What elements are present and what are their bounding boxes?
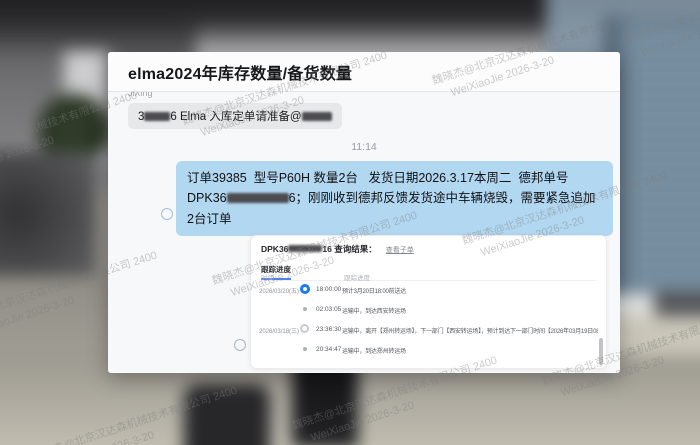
redaction-smudge (302, 112, 332, 121)
row-date: 2026/03/18(三) (259, 326, 299, 335)
row-time: 23:36:30 (316, 326, 341, 333)
redaction-smudge (288, 245, 322, 252)
redaction-smudge (144, 112, 170, 121)
chat-screenshot-panel: elma2024年库存数量/备货数量 JiXing 36 Elma 入库定单请准… (108, 52, 620, 373)
row-time: 18:00:00 (316, 286, 341, 293)
column-header-progress: 跟踪进度 (344, 272, 370, 282)
row-time: 02:03:05 (316, 306, 341, 313)
tracking-row: 2026/03/18(三) 23:36:30 运输中，离开【郑州转运场】，下一部… (251, 322, 606, 338)
timestamp: 11:14 (108, 141, 620, 153)
row-status-text: 预计3月20日18:00前送达 (342, 286, 598, 295)
message-select-radio[interactable] (161, 208, 173, 220)
tracking-card-header: DPK36 16 查询结果： 查看子单 (251, 236, 606, 255)
column-header-time: 时间 (261, 272, 274, 282)
row-time: 20:34:47 (316, 346, 341, 353)
chat-message-area: JiXing 36 Elma 入库定单请准备@ 11:14 订单39385 型号… (108, 92, 620, 372)
redaction-smudge (227, 193, 289, 203)
photo-chair-bottom (184, 384, 270, 445)
tracking-number-prefix: DPK36 (261, 244, 288, 254)
tracking-tabs: 跟踪进度 (261, 259, 596, 281)
gray-message-text-2: 6 Elma 入库定单请准备@ (170, 111, 301, 123)
page-title: elma2024年库存数量/备货数量 (128, 60, 352, 84)
latest-status-icon (300, 284, 310, 294)
node-ring-icon (300, 324, 309, 333)
transit-dot-icon (303, 347, 307, 351)
clipped-sender-label: JiXing (128, 92, 153, 99)
card-scrollbar-thumb[interactable] (599, 338, 603, 365)
tracking-row: 20:34:47 运输中，到达郑州转运场 (251, 342, 606, 358)
panel-header: elma2024年库存数量/备货数量 (108, 52, 620, 92)
row-status-text: 运输中，到达西安转运场 (342, 306, 598, 315)
view-subwaybill-link[interactable]: 查看子单 (386, 247, 414, 254)
row-status-text: 运输中，到达郑州转运场 (342, 346, 598, 355)
tracking-number-suffix: 16 (322, 244, 331, 254)
card-select-radio[interactable] (234, 339, 246, 351)
query-result-label: 查询结果： (334, 244, 377, 254)
message-bubble-gray[interactable]: 36 Elma 入库定单请准备@ (128, 103, 342, 129)
tracking-row: 2026/03/20(五) 18:00:00 预计3月20日18:00前送达 (251, 282, 606, 298)
row-status-text: 运输中，离开【郑州转运场】，下一部门【西安转运场】，预计到达下一部门时间【202… (342, 326, 598, 335)
row-date: 2026/03/20(五) (259, 286, 299, 295)
tracking-result-card[interactable]: DPK3616 查询结果：查看子单 跟踪进度 时间 跟踪进度 2026/03/2… (250, 235, 607, 369)
screenshot-stage: elma2024年库存数量/备货数量 JiXing 36 Elma 入库定单请准… (0, 0, 700, 445)
photo-chairs-left (0, 151, 96, 291)
transit-dot-icon (303, 307, 307, 311)
tracking-row: 02:03:05 运输中，到达西安转运场 (251, 302, 606, 318)
message-bubble-blue[interactable]: 订单39385 型号P60H 数量2台 发货日期2026.3.17本周二 德邦单… (176, 161, 613, 236)
photo-ceiling-dark (0, 0, 616, 56)
